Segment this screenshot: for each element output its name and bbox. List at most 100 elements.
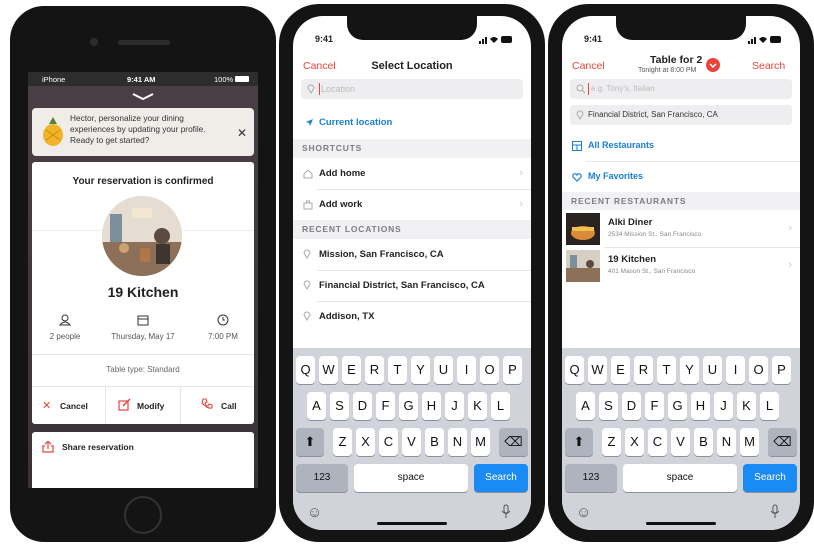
key[interactable]: J [445,392,464,420]
key[interactable]: U [703,356,722,384]
restaurant-address: 401 Mason St., San Francisco [608,268,696,275]
location-search-input[interactable]: Location [301,79,523,99]
key[interactable]: Y [680,356,699,384]
add-work-row[interactable]: Add work › [293,190,531,220]
key[interactable]: H [691,392,710,420]
emoji-icon[interactable]: ☺ [307,504,322,521]
numbers-key[interactable]: 123 [296,464,348,492]
key[interactable]: O [749,356,768,384]
battery-icon [235,76,249,82]
key[interactable]: F [645,392,664,420]
restaurant-thumbnail [566,213,600,245]
notch [616,16,746,40]
space-key[interactable]: space [623,464,737,492]
key[interactable]: E [611,356,630,384]
key[interactable]: X [625,428,644,456]
cancel-label: Cancel [60,401,88,411]
key[interactable]: P [503,356,522,384]
key[interactable]: S [330,392,349,420]
key[interactable]: X [356,428,375,456]
restaurant-list-item[interactable]: 19 Kitchen 401 Mason St., San Francisco … [562,248,800,284]
backspace-key[interactable]: ⌫ [768,428,797,456]
key[interactable]: N [717,428,736,456]
key[interactable]: Z [333,428,352,456]
shift-key[interactable]: ⬆ [296,428,324,456]
restaurant-list-item[interactable]: Alki Diner 2534 Mission St., San Francis… [562,211,800,247]
my-favorites-link[interactable]: My Favorites [562,162,800,192]
key[interactable]: S [599,392,618,420]
cancel-button[interactable]: Cancel [572,60,605,72]
earpiece [118,40,170,45]
key[interactable]: Q [565,356,584,384]
key[interactable]: O [480,356,499,384]
key[interactable]: R [634,356,653,384]
key[interactable]: D [622,392,641,420]
key[interactable]: Q [296,356,315,384]
key[interactable]: A [576,392,595,420]
key[interactable]: I [726,356,745,384]
x-icon: ✕ [42,400,52,412]
shift-key[interactable]: ⬆ [565,428,593,456]
key[interactable]: P [772,356,791,384]
key[interactable]: B [694,428,713,456]
chevron-down-icon[interactable] [131,92,155,102]
key[interactable]: M [740,428,759,456]
key[interactable]: L [491,392,510,420]
key[interactable]: N [448,428,467,456]
share-reservation-row[interactable]: Share reservation [32,432,254,488]
emoji-icon[interactable]: ☺ [576,504,591,521]
microphone-icon[interactable] [501,504,511,519]
party-dropdown-icon[interactable] [706,58,720,72]
key[interactable]: F [376,392,395,420]
restaurant-search-input[interactable]: e.g. Tony's, Italian [570,79,792,99]
key[interactable]: D [353,392,372,420]
key[interactable]: C [379,428,398,456]
key[interactable]: K [737,392,756,420]
key[interactable]: I [457,356,476,384]
add-home-row[interactable]: Add home › [293,159,531,189]
front-camera [90,38,98,46]
key[interactable]: B [425,428,444,456]
backspace-key[interactable]: ⌫ [499,428,528,456]
search-key[interactable]: Search [743,464,797,492]
key[interactable]: R [365,356,384,384]
recent-location-label: Mission, San Francisco, CA [319,249,444,260]
key[interactable]: G [399,392,418,420]
current-location-row[interactable]: Current location [293,108,531,138]
key[interactable]: K [468,392,487,420]
microphone-icon[interactable] [770,504,780,519]
recent-location-item[interactable]: Mission, San Francisco, CA [293,240,531,270]
home-button[interactable] [124,496,162,534]
key[interactable]: V [671,428,690,456]
key[interactable]: H [422,392,441,420]
profile-banner[interactable]: Hector, personalize your dining experien… [32,108,254,156]
close-icon[interactable]: ✕ [237,126,247,140]
recent-location-item[interactable]: Addison, TX [293,302,531,332]
search-key[interactable]: Search [474,464,528,492]
call-restaurant-button[interactable]: Call [181,387,254,424]
key[interactable]: A [307,392,326,420]
key[interactable]: J [714,392,733,420]
key[interactable]: W [588,356,607,384]
key[interactable]: G [668,392,687,420]
table-type: Table type: Standard [106,365,180,374]
numbers-key[interactable]: 123 [565,464,617,492]
key[interactable]: L [760,392,779,420]
recent-location-item[interactable]: Financial District, San Francisco, CA [293,271,531,301]
key[interactable]: Y [411,356,430,384]
modify-reservation-button[interactable]: Modify [106,387,180,424]
location-input[interactable]: Financial District, San Francisco, CA [570,105,792,125]
all-restaurants-link[interactable]: All Restaurants [562,131,800,161]
search-button[interactable]: Search [752,60,785,72]
space-key[interactable]: space [354,464,468,492]
key[interactable]: T [388,356,407,384]
key[interactable]: W [319,356,338,384]
key[interactable]: T [657,356,676,384]
key[interactable]: M [471,428,490,456]
key[interactable]: C [648,428,667,456]
key[interactable]: E [342,356,361,384]
key[interactable]: U [434,356,453,384]
key[interactable]: V [402,428,421,456]
key[interactable]: Z [602,428,621,456]
cancel-reservation-button[interactable]: ✕ Cancel [32,387,105,424]
